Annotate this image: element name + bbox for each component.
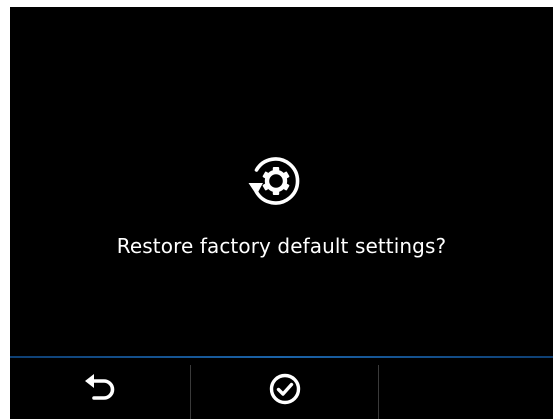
device-screen: Restore factory default settings? [10, 7, 553, 419]
back-arrow-icon [85, 373, 115, 400]
dialog-content: Restore factory default settings? [10, 7, 553, 357]
empty-softkey [379, 358, 553, 419]
back-button[interactable] [10, 358, 190, 419]
confirm-button[interactable] [191, 358, 378, 419]
softkey-bar [10, 356, 553, 419]
restore-message: Restore factory default settings? [116, 234, 447, 258]
restore-settings-icon [242, 148, 308, 214]
checkmark-icon [269, 373, 300, 404]
